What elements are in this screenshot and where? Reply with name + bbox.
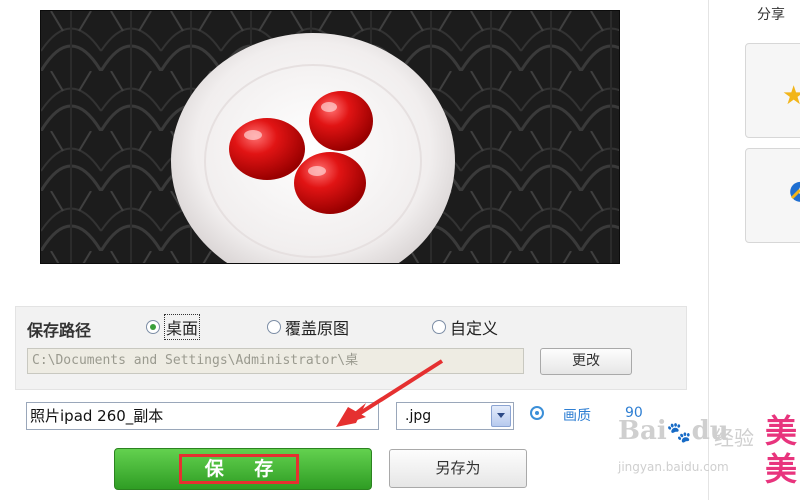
save-button-label: 保 存: [179, 454, 299, 484]
radio-desktop-label: 桌面: [164, 314, 201, 340]
radio-button-icon[interactable]: [432, 320, 446, 334]
radio-custom[interactable]: 自定义: [432, 317, 499, 338]
star-icon: ★: [782, 81, 800, 111]
radio-overwrite-label: 覆盖原图: [285, 319, 350, 338]
promo-text: 美美: [765, 412, 798, 488]
save-as-button[interactable]: 另存为: [389, 449, 527, 488]
chevron-down-icon[interactable]: [491, 405, 511, 427]
share-label: 分享: [757, 7, 785, 23]
qzone-icon: [790, 181, 800, 202]
save-path-label: 保存路径: [27, 321, 92, 340]
tomato: [309, 91, 373, 151]
baidu-jingyan-watermark: Bai🐾du 经验 jingyan.baidu.com: [618, 416, 768, 486]
save-button[interactable]: 保 存: [114, 448, 372, 490]
preview-photo: [41, 11, 619, 263]
radio-button-icon[interactable]: [146, 320, 160, 334]
radio-button-icon[interactable]: [267, 320, 281, 334]
radio-overwrite[interactable]: 覆盖原图: [267, 317, 350, 338]
change-path-button[interactable]: 更改: [540, 348, 632, 375]
filename-input[interactable]: 照片ipad 260_副本: [26, 402, 379, 430]
watermark-brand: Bai🐾du: [618, 416, 729, 446]
radio-custom-label: 自定义: [450, 319, 499, 338]
radio-desktop[interactable]: 桌面: [146, 314, 201, 340]
watermark-url: jingyan.baidu.com: [618, 460, 729, 474]
watermark-sub: 经验: [714, 426, 754, 450]
tomato: [294, 152, 366, 214]
image-preview: [40, 10, 620, 264]
quality-label[interactable]: 画质: [563, 405, 591, 425]
annotation-arrow-icon: [336, 359, 444, 427]
tomato: [229, 118, 305, 180]
quality-gear-icon[interactable]: [530, 406, 544, 420]
